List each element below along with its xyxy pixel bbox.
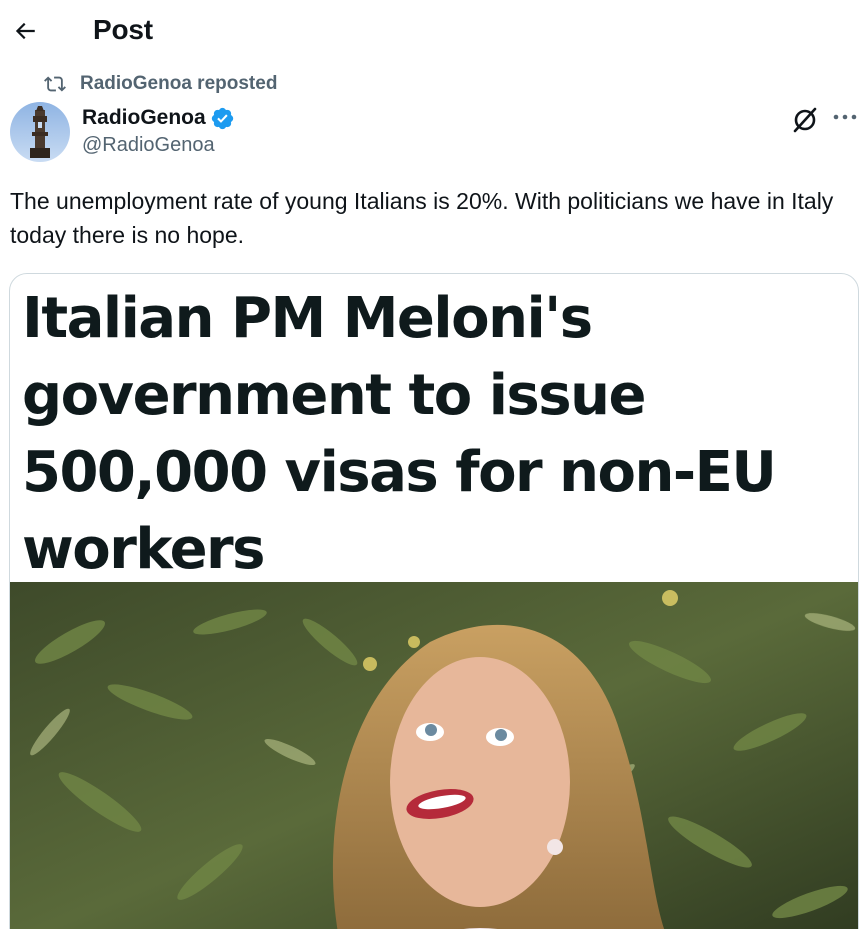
verified-badge-icon — [211, 107, 233, 129]
post-media[interactable]: Italian PM Meloni's government to issue … — [9, 273, 859, 929]
repost-indicator[interactable]: RadioGenoa reposted — [44, 72, 277, 96]
author-name-row[interactable]: RadioGenoa — [82, 104, 235, 132]
grok-icon — [793, 107, 817, 133]
author-name[interactable]: RadioGenoa — [82, 106, 206, 130]
avatar-image — [10, 102, 70, 162]
arrow-left-icon — [15, 22, 35, 40]
back-button[interactable] — [6, 12, 44, 50]
repost-icon — [44, 76, 66, 92]
post-text: The unemployment rate of young Italians … — [10, 188, 834, 248]
media-headline: Italian PM Meloni's government to issue … — [22, 286, 777, 582]
post-header: Post — [0, 0, 860, 66]
page-title: Post — [93, 14, 153, 45]
more-options-button[interactable] — [830, 104, 860, 130]
grok-button[interactable] — [790, 104, 820, 134]
media-photo — [10, 582, 858, 929]
more-icon — [833, 114, 857, 120]
author-handle[interactable]: @RadioGenoa — [82, 134, 215, 157]
repost-label: RadioGenoa reposted — [80, 73, 278, 94]
avatar[interactable] — [10, 102, 70, 162]
